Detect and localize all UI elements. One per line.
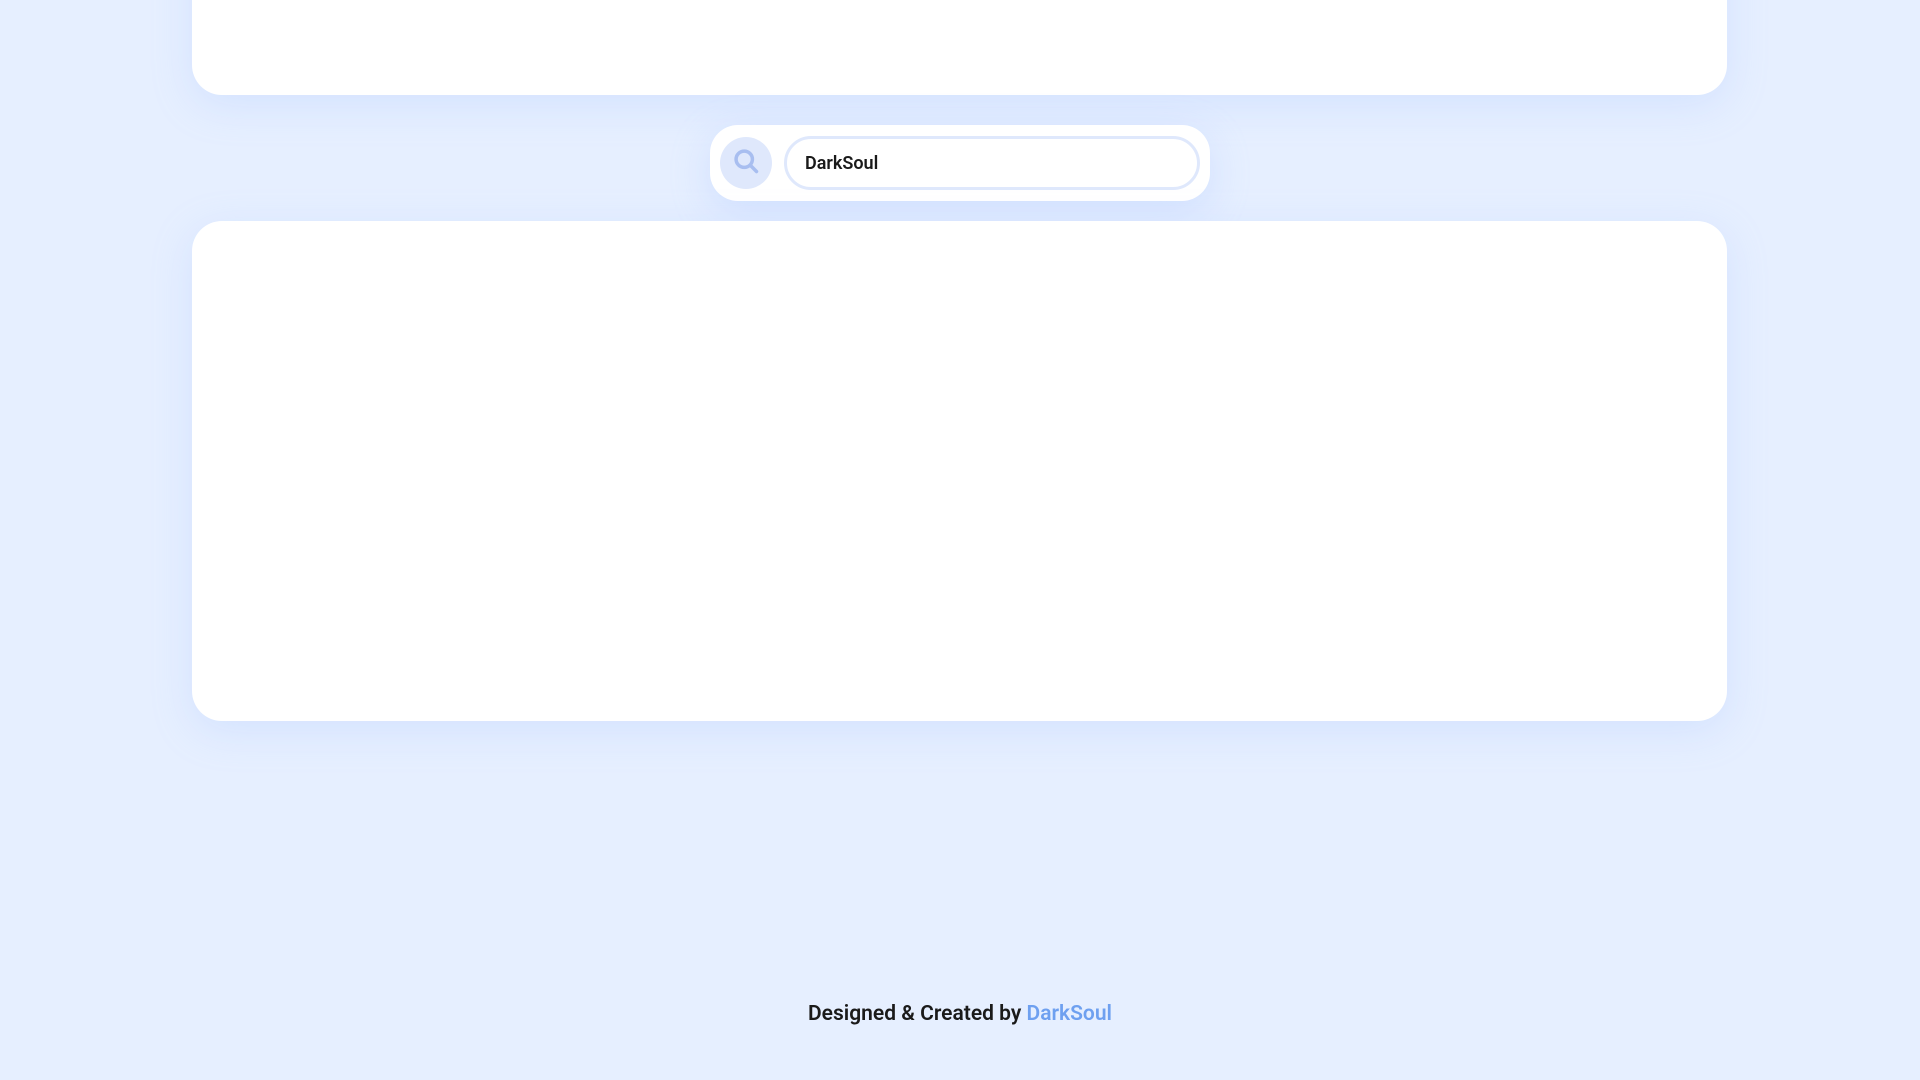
search-input[interactable] <box>805 153 1179 174</box>
search-button[interactable] <box>720 137 772 189</box>
top-card <box>192 0 1727 95</box>
footer-text: Designed & Created by <box>808 1002 1027 1026</box>
footer: Designed & Created by DarkSoul <box>0 1002 1920 1026</box>
search-bar <box>710 125 1210 201</box>
author-link[interactable]: DarkSoul <box>1027 1002 1112 1026</box>
main-card <box>192 221 1727 721</box>
search-input-wrapper <box>784 136 1200 190</box>
search-icon <box>732 147 760 179</box>
